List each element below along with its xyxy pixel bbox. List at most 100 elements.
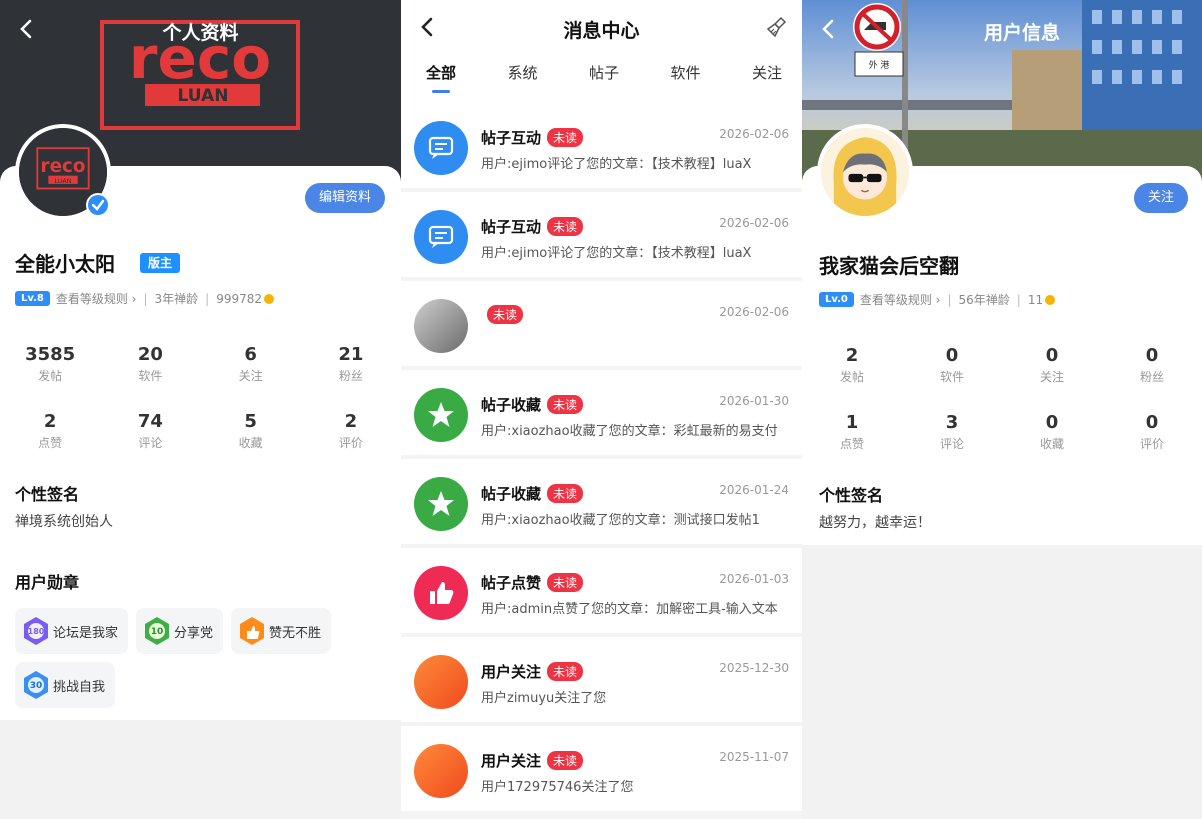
tab-posts[interactable]: 帖子 (589, 62, 619, 102)
thumb-medal-icon (240, 617, 265, 645)
stats-row-2: 1 点赞 3 评论 0 收藏 0 评价 (802, 412, 1202, 452)
stat-favorites[interactable]: 0 收藏 (1002, 412, 1102, 452)
stat-fans[interactable]: 21 粉丝 (301, 344, 401, 384)
message-type: 帖子收藏 (481, 396, 542, 414)
message-body: 用户:ejimo评论了您的文章：【技术教程】luaX (481, 246, 752, 261)
message-type: 帖子互动 (481, 129, 542, 147)
signature-text: 越努力，越幸运！ (819, 515, 931, 531)
tab-system[interactable]: 系统 (507, 62, 537, 102)
role-badge: 版主 (140, 253, 181, 273)
tab-all[interactable]: 全部 (426, 62, 456, 102)
unread-badge: 未读 (547, 128, 584, 147)
stat-fans[interactable]: 0 粉丝 (1102, 345, 1202, 385)
message-item[interactable]: 用户关注 未读 2025-12-30 用户zimuyu关注了您 (401, 637, 802, 722)
logo-sub: LUAN (178, 86, 229, 106)
message-date: 2025-12-30 (719, 661, 789, 675)
stats-row-1: 2 发帖 0 软件 0 关注 0 粉丝 (802, 345, 1202, 385)
message-item[interactable]: 帖子点赞 未读 2026-01-03 用户:admin点赞了您的文章：加解密工具-输入… (401, 548, 802, 633)
message-header-row: 帖子收藏 未读 (481, 394, 584, 415)
stat-following[interactable]: 6 关注 (201, 344, 301, 384)
tab-follow[interactable]: 关注 (752, 62, 782, 102)
unread-badge: 未读 (547, 662, 584, 681)
stat-posts[interactable]: 3585 发帖 (0, 344, 100, 384)
stat-likes[interactable]: 1 点赞 (802, 412, 902, 452)
svg-text:10: 10 (151, 627, 164, 637)
message-list: 帖子互动 未读 2026-02-06 用户:ejimo评论了您的文章：【技术教程】lu… (401, 103, 802, 815)
follow-icon (414, 744, 468, 798)
medals-title: 用户勋章 (15, 573, 80, 592)
svg-text:外 港: 外 港 (869, 59, 890, 71)
page-title: 个人资料 (162, 22, 239, 44)
level-rules-link[interactable]: 查看等级规则 › (860, 291, 941, 308)
medal-list: 180 论坛是我家 10 分享党 赞无不胜 30 挑战自我 (15, 608, 355, 716)
stat-reviews[interactable]: 2 评价 (301, 411, 401, 451)
message-type: 帖子收藏 (481, 485, 542, 503)
signature-text: 禅境系统创始人 (15, 514, 113, 530)
message-item[interactable]: 用户关注 未读 2025-11-07 用户172975746关注了您 (401, 726, 802, 811)
message-header-row: 未读 (481, 305, 524, 324)
medal-icon: 180 (24, 617, 48, 645)
edit-profile-button[interactable]: 编辑资料 (304, 183, 385, 213)
message-header-row: 用户关注 未读 (481, 661, 584, 682)
message-date: 2026-02-06 (719, 305, 789, 319)
tab-software[interactable]: 软件 (670, 62, 700, 102)
page-title: 用户信息 (983, 22, 1060, 44)
message-item[interactable]: 帖子互动 未读 2026-02-06 用户:ejimo评论了您的文章：【技术教程】lu… (401, 192, 802, 277)
medal-item[interactable]: 10 分享党 (136, 608, 224, 654)
message-tabs: 全部 系统 帖子 软件 关注 (401, 62, 802, 102)
stat-software[interactable]: 20 软件 (100, 344, 200, 384)
stat-reviews[interactable]: 0 评价 (1102, 412, 1202, 452)
medal-item[interactable]: 30 挑战自我 (15, 662, 116, 708)
follow-button[interactable]: 关注 (1134, 183, 1188, 213)
unread-badge: 未读 (547, 751, 584, 770)
level-rules-link[interactable]: 查看等级规则 › (56, 290, 137, 307)
level-badge: Lv.0 (819, 292, 854, 307)
divider: | (1016, 292, 1021, 307)
message-type: 帖子互动 (481, 218, 542, 236)
user-info-panel: 外 港 用户信息 关注 我家猫会后空翻 Lv.0 查看等级规则 › | 56年禅… (802, 0, 1202, 819)
message-item[interactable]: 帖子互动 未读 2026-02-06 用户:ejimo评论了您的文章：【技术教程】lu… (401, 103, 802, 188)
username: 全能小太阳 (15, 252, 115, 276)
message-header-row: 帖子互动 未读 (481, 216, 584, 237)
level-badge: Lv.8 (15, 291, 50, 306)
message-body: 用户:xiaozhao收藏了您的文章：彩虹最新的易支付 (481, 424, 778, 439)
stat-favorites[interactable]: 5 收藏 (201, 411, 301, 451)
message-body: 用户172975746关注了您 (481, 780, 634, 795)
message-header-row: 帖子互动 未读 (481, 127, 584, 148)
message-item[interactable]: 帖子收藏 未读 2026-01-24 用户:xiaozhao收藏了您的文章：测试接口发… (401, 459, 802, 544)
unread-badge: 未读 (547, 573, 584, 592)
clear-broom-icon[interactable] (766, 16, 788, 38)
thumb-up-icon (414, 566, 468, 620)
message-header-row: 帖子点赞 未读 (481, 572, 584, 593)
follow-icon (414, 655, 468, 709)
page-title: 消息中心 (563, 20, 640, 42)
star-icon (414, 388, 468, 442)
message-date: 2026-01-03 (719, 572, 789, 586)
coin-icon (1045, 294, 1056, 305)
medal-item[interactable]: 180 论坛是我家 (15, 608, 129, 654)
member-age: 3年禅龄 (154, 292, 199, 306)
avatar[interactable] (817, 124, 913, 220)
svg-text:reco: reco (41, 156, 86, 177)
divider: | (205, 291, 210, 306)
stat-posts[interactable]: 2 发帖 (802, 345, 902, 385)
message-date: 2026-01-24 (719, 483, 789, 497)
divider: | (947, 292, 952, 307)
message-type: 用户关注 (481, 663, 542, 681)
stat-software[interactable]: 0 软件 (902, 345, 1002, 385)
unread-badge: 未读 (547, 217, 584, 236)
message-date: 2026-02-06 (719, 216, 789, 230)
message-item[interactable]: 未读 2026-02-06 (401, 281, 802, 366)
medal-item[interactable]: 赞无不胜 (231, 608, 332, 654)
message-item[interactable]: 帖子收藏 未读 2026-01-30 用户:xiaozhao收藏了您的文章：彩虹最新的… (401, 370, 802, 455)
signature-title: 个性签名 (15, 485, 80, 504)
stat-following[interactable]: 0 关注 (1002, 345, 1102, 385)
message-body: 用户:admin点赞了您的文章：加解密工具-输入文本 (481, 602, 778, 617)
stat-comments[interactable]: 3 评论 (902, 412, 1002, 452)
message-header-row: 用户关注 未读 (481, 750, 584, 771)
stat-likes[interactable]: 2 点赞 (0, 411, 100, 451)
coin-icon (264, 293, 275, 304)
svg-text:LUAN: LUAN (54, 177, 71, 185)
comment-icon (414, 210, 468, 264)
stat-comments[interactable]: 74 评论 (100, 411, 200, 451)
